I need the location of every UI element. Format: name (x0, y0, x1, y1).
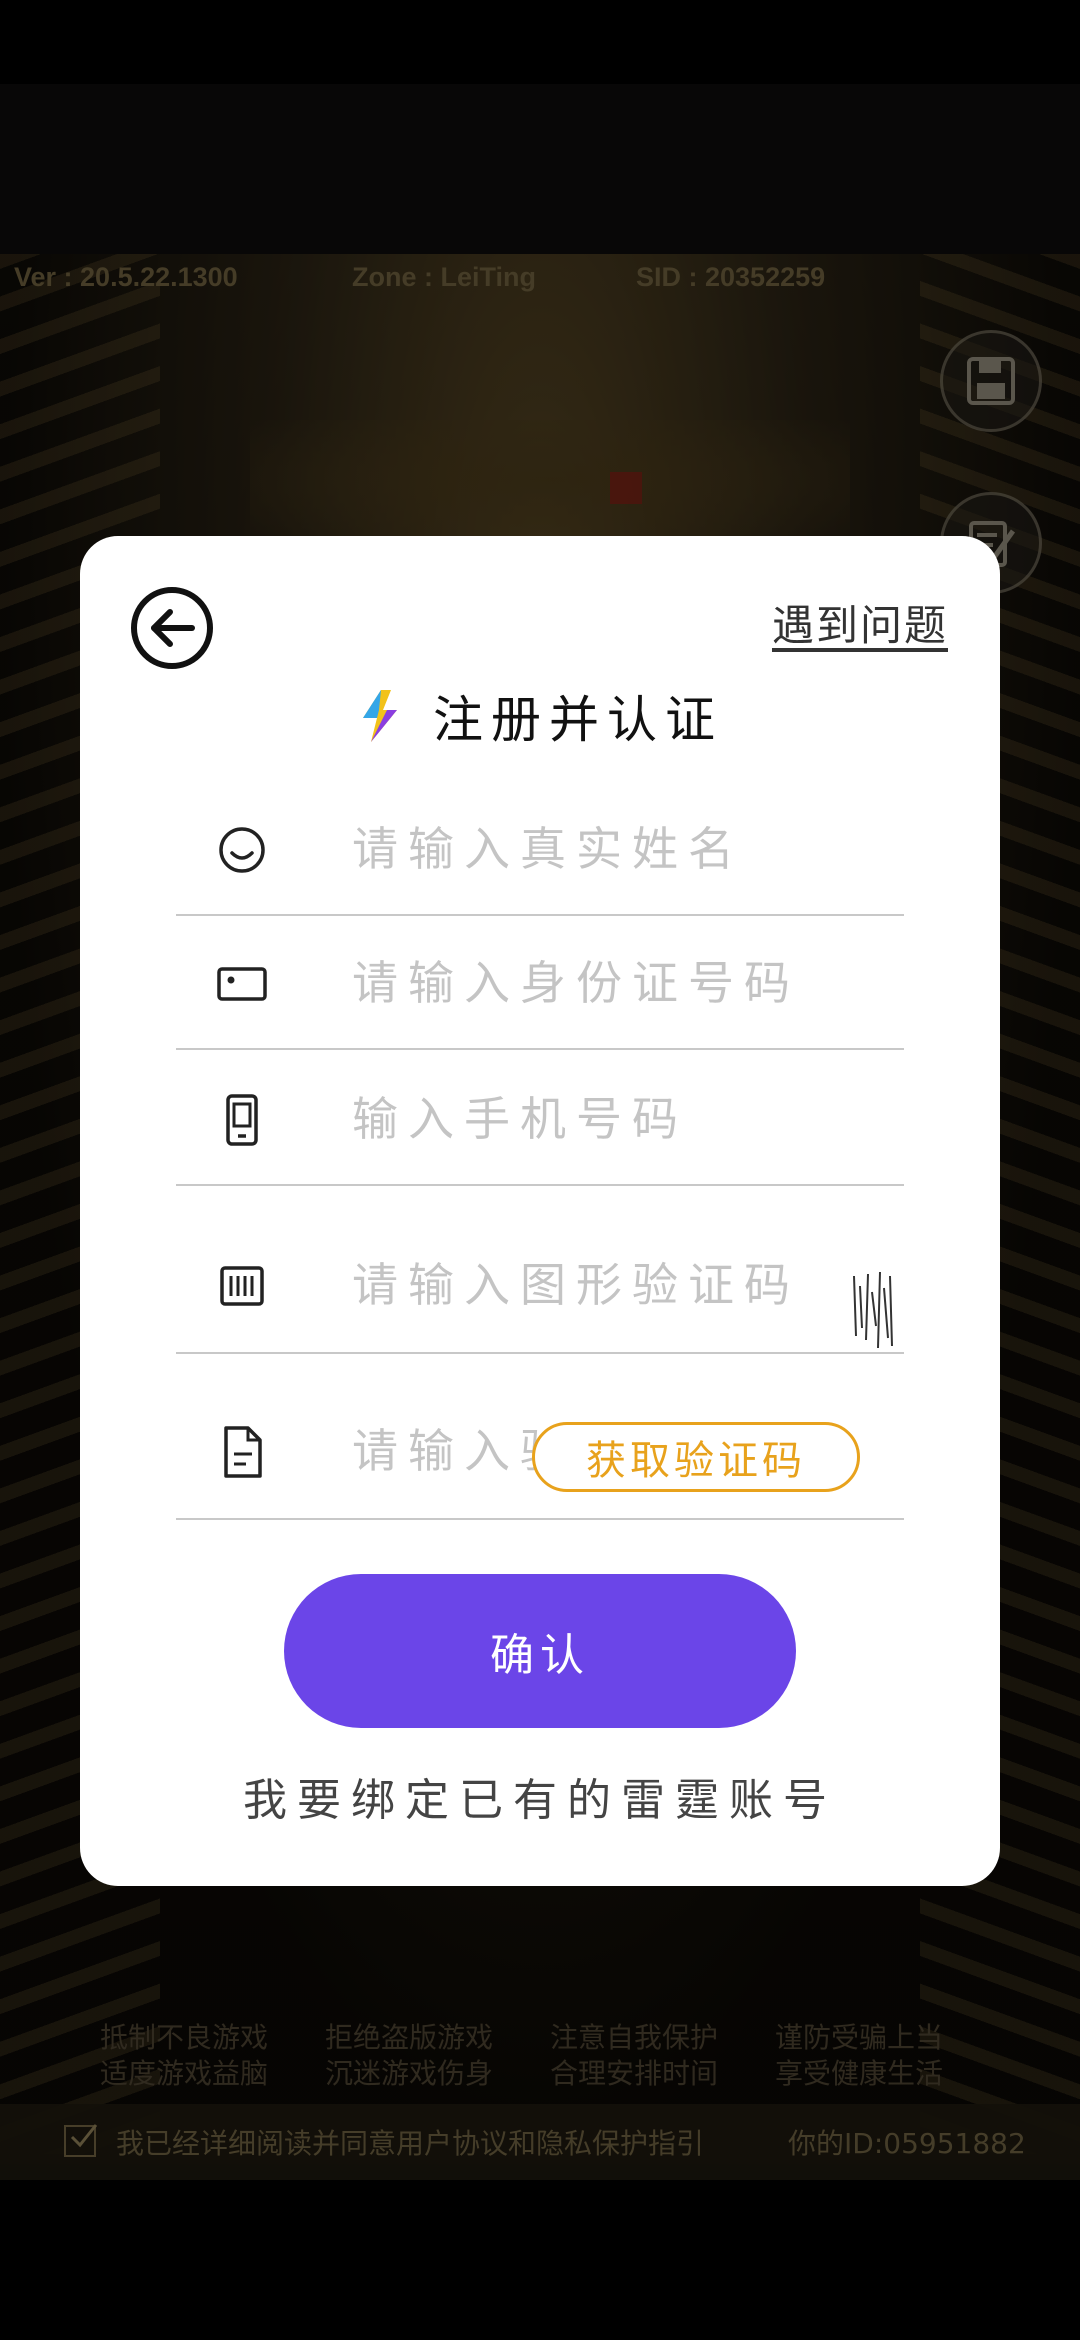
real-name-field (176, 780, 904, 916)
bind-existing-account-link[interactable]: 我要绑定已有的雷霆账号 (0, 1764, 1080, 1828)
lightning-logo-icon (363, 690, 397, 742)
dialog-title: 注册并认证 (433, 691, 723, 749)
sms-code-field: 获取验证码 (176, 1382, 904, 1520)
phone-field (176, 1050, 904, 1186)
id-number-input[interactable] (352, 948, 812, 1018)
document-icon (224, 1426, 262, 1478)
confirm-button[interactable]: 确认 (284, 1574, 796, 1728)
captcha-field (176, 1216, 904, 1354)
real-name-input[interactable] (352, 814, 812, 884)
phone-input[interactable] (352, 1084, 812, 1154)
smiley-face-icon (219, 827, 265, 873)
screen: Ver : 20.5.22.1300 Zone : LeiTing SID : … (0, 0, 1080, 2340)
captcha-image[interactable] (850, 1266, 904, 1352)
id-number-field (176, 914, 904, 1050)
help-link[interactable]: 遇到问题 (772, 592, 948, 653)
id-card-icon (217, 967, 267, 1001)
get-code-button[interactable]: 获取验证码 (532, 1422, 860, 1492)
dialog-header: 注册并认证 (80, 676, 1000, 756)
mobile-phone-icon (226, 1094, 258, 1146)
barcode-icon (220, 1266, 264, 1306)
captcha-input[interactable] (352, 1250, 812, 1320)
back-arrow-icon[interactable] (130, 586, 214, 670)
